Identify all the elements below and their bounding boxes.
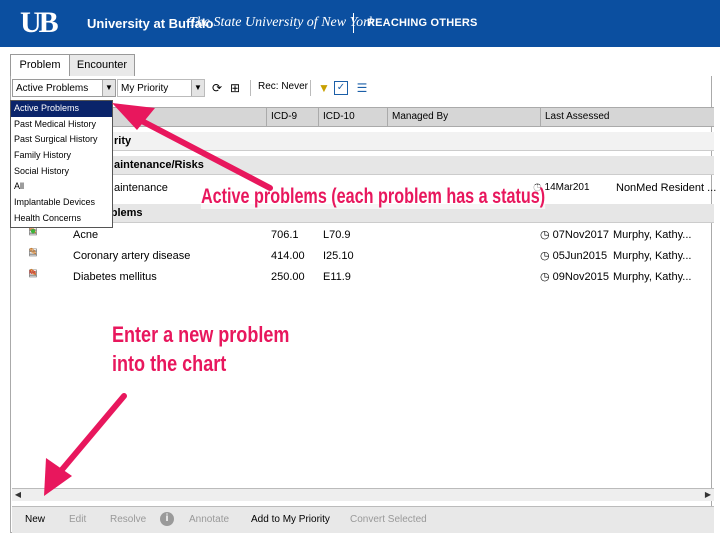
column-header-icd9[interactable]: ICD-9	[271, 111, 297, 122]
group-label: rity	[114, 135, 132, 147]
problem-name: Acne	[73, 229, 99, 241]
chevron-down-icon[interactable]: ▼	[102, 80, 115, 96]
refresh-icon[interactable]: ⟳	[209, 80, 225, 96]
university-subtitle: The State University of New York	[189, 15, 375, 30]
icd9-code: 250.00	[271, 271, 305, 283]
icd10-code: E11.9	[323, 271, 351, 283]
priority-select[interactable]: My Priority ▼	[117, 79, 205, 97]
banner-divider	[353, 13, 354, 33]
column-divider	[318, 108, 319, 126]
toolbar-divider	[250, 80, 251, 96]
toolbar-divider	[310, 80, 311, 96]
problem-toolbar: Active Problems ▼ My Priority ▼ ⟳ ⊞ Rec:…	[12, 79, 712, 99]
group-row-priority[interactable]: rity	[12, 132, 714, 151]
priority-value: My Priority	[121, 83, 169, 94]
dropdown-option-implantable-devices[interactable]: Implantable Devices	[11, 195, 112, 211]
assessed-by: Murphy, Kathy...	[613, 271, 692, 283]
new-button[interactable]: New	[25, 514, 45, 525]
list-icon[interactable]: ☰	[354, 80, 370, 96]
group-row-maintenance[interactable]: aintenance/Risks	[12, 156, 714, 175]
edit-button[interactable]: Edit	[69, 514, 86, 525]
icd10-code: I25.10	[323, 250, 354, 262]
dropdown-option-past-medical-history[interactable]: Past Medical History	[11, 117, 112, 133]
last-assessed: ◷ 07Nov2017	[540, 226, 609, 244]
assessed-by: Murphy, Kathy...	[613, 250, 692, 262]
care-plan-icon: ᴹᶜ	[29, 269, 37, 278]
callout-line: Enter a new problem	[112, 322, 290, 347]
icd9-code: 706.1	[271, 229, 299, 241]
chevron-down-icon[interactable]: ▼	[191, 80, 204, 96]
assessed-by: Murphy, Kathy...	[613, 229, 692, 241]
add-to-my-priority-button[interactable]: Add to My Priority	[251, 514, 330, 525]
table-row[interactable]: ▤ ✎ ᴹᶜ Diabetes mellitus 250.00 E11.9 ◷ …	[12, 268, 714, 286]
resolve-button[interactable]: Resolve	[110, 514, 146, 525]
scroll-right-icon[interactable]: ▶	[703, 490, 713, 500]
problem-filter-dropdown: Active Problems Past Medical History Pas…	[10, 100, 113, 228]
problem-name: Coronary artery disease	[73, 250, 191, 262]
ub-logo: UB	[20, 6, 59, 39]
info-icon[interactable]: i	[160, 512, 174, 526]
hierarchy-icon[interactable]: ⊞	[227, 80, 243, 96]
last-assessed-date: 05Jun2015	[552, 250, 608, 262]
tab-strip: Problem Encounter	[10, 54, 710, 77]
problem-filter-value: Active Problems	[16, 83, 89, 94]
column-header-last-assessed[interactable]: Last Assessed	[545, 111, 609, 122]
dropdown-option-active-problems[interactable]: Active Problems	[11, 101, 112, 117]
callout-active-problems: Active problems (each problem has a stat…	[201, 185, 546, 209]
group-label: aintenance/Risks	[114, 159, 204, 171]
column-divider	[540, 108, 541, 126]
problem-name: Diabetes mellitus	[73, 271, 157, 283]
annotate-button[interactable]: Annotate	[189, 514, 229, 525]
clock-icon: ◷	[540, 271, 550, 283]
reconciliation-status: Rec: Never	[258, 81, 309, 92]
last-assessed-date: 14Mar201	[544, 182, 590, 193]
convert-selected-button[interactable]: Convert Selected	[350, 514, 427, 525]
dropdown-option-all[interactable]: All	[11, 179, 112, 195]
checkbox-icon[interactable]: ✓	[334, 81, 348, 95]
column-divider	[266, 108, 267, 126]
dropdown-option-past-surgical-history[interactable]: Past Surgical History	[11, 132, 112, 148]
problem-grid-header: ICD-9 ICD-10 Managed By Last Assessed	[12, 107, 714, 127]
table-row[interactable]: ▤ ✎ Coronary artery disease 414.00 I25.1…	[12, 247, 714, 265]
banner-tagline: REACHING OTHERS	[367, 17, 478, 29]
clock-icon: ◷	[540, 250, 550, 262]
dropdown-option-health-concerns[interactable]: Health Concerns	[11, 211, 112, 227]
column-header-managed-by[interactable]: Managed By	[392, 111, 448, 122]
dropdown-option-family-history[interactable]: Family History	[11, 148, 112, 164]
icd10-code: L70.9	[323, 229, 351, 241]
pencil-icon[interactable]: ✎	[28, 247, 38, 259]
assessed-by: NonMed Resident ...	[616, 182, 717, 194]
last-assessed-date: 07Nov2017	[552, 229, 609, 241]
column-divider	[387, 108, 388, 126]
horizontal-scrollbar[interactable]: ◀ ▶	[12, 488, 714, 501]
last-assessed: ◷ 05Jun2015	[540, 247, 607, 265]
tab-problem[interactable]: Problem	[10, 54, 70, 77]
clock-icon: ◷	[540, 229, 550, 241]
last-assessed-date: 09Nov2015	[552, 271, 609, 283]
last-assessed: ◷ 09Nov2015	[540, 268, 609, 286]
scroll-left-icon[interactable]: ◀	[13, 490, 23, 500]
column-header-icd10[interactable]: ICD-10	[323, 111, 355, 122]
problem-filter-select[interactable]: Active Problems ▼	[12, 79, 116, 97]
dropdown-option-social-history[interactable]: Social History	[11, 164, 112, 180]
table-row[interactable]: ▤ ✎ ● Acne 706.1 L70.9 ◷ 07Nov2017 Murph…	[12, 226, 714, 244]
callout-enter-new-problem: Enter a new problem into the chart	[112, 320, 289, 378]
icd9-code: 414.00	[271, 250, 305, 262]
action-bar: New Edit Resolve i Annotate Add to My Pr…	[12, 506, 714, 533]
filter-icon[interactable]: ▼	[316, 80, 332, 96]
header-banner: UB University at Buffalo The State Unive…	[0, 0, 720, 47]
problem-name: aintenance	[114, 182, 168, 194]
tab-encounter[interactable]: Encounter	[69, 54, 135, 76]
callout-line: into the chart	[112, 351, 227, 376]
